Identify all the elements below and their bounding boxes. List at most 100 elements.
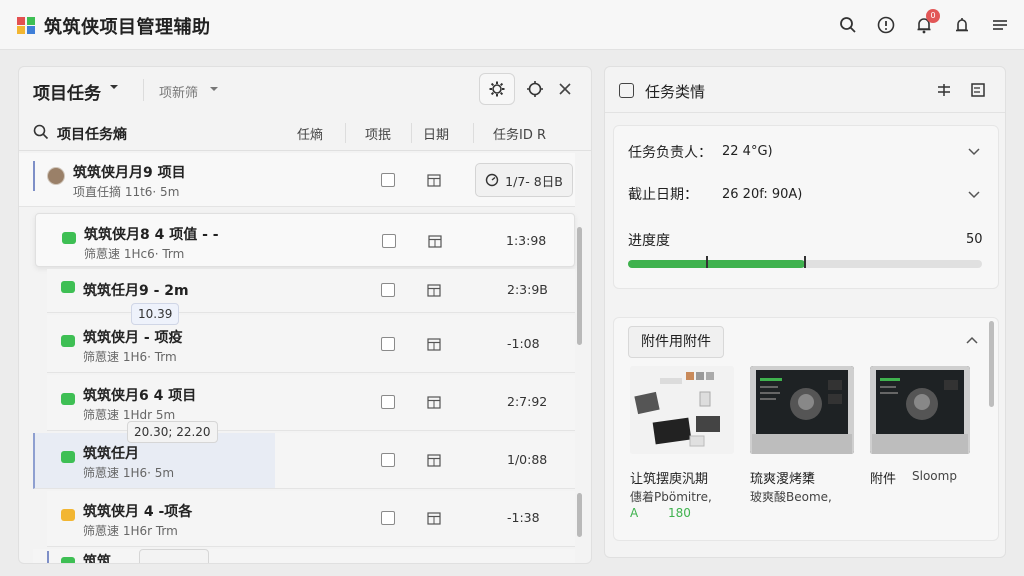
row-title: 筑筑侠月8 4 项值 - - [84,227,219,243]
chevron-down-icon[interactable] [109,83,119,91]
column-header-3[interactable]: 日期 [423,124,449,143]
calendar-icon[interactable] [427,173,441,187]
attachment-meta-b: 180 [668,506,691,520]
column-header: 项目任务熵 任熵 项抿 日期 任务ID R [19,115,591,151]
row-time: 2:3:9B [507,282,548,297]
search-button[interactable] [836,13,860,37]
table-row[interactable]: 筑筑侠月8 4 项值 - - 筛蒽速 1Hc6· Trm 1:3:98 [35,213,575,267]
filter-dropdown[interactable]: 项新筛 [159,82,198,101]
calendar-icon[interactable] [428,234,442,248]
progress-bar[interactable] [628,256,982,268]
chevron-down-icon[interactable] [209,85,219,93]
calendar-icon[interactable] [427,283,441,297]
close-button[interactable] [555,79,575,99]
attachments-button[interactable]: 附件用附件 [628,326,724,358]
row-tag [139,549,209,563]
table-row[interactable]: 筑筑侠月 4 -项各 筛蒽速 1H6r Trm -1:38 [47,491,575,547]
column-separator [473,123,474,143]
gear-icon [489,81,505,97]
scrollbar-thumb[interactable] [577,227,582,345]
detail-checkbox[interactable] [619,83,634,98]
attachment-thumbnail[interactable] [630,366,734,454]
search-icon[interactable] [33,124,49,140]
panel-toggle-button[interactable] [969,81,987,99]
top-bar: 筑筑侠项目管理辅助 0 [0,0,1024,50]
row-title: 筑筑侠月月9 项目 [73,165,186,181]
table-row[interactable]: 筑筑任月9 - 2m 2:3:9B [47,269,575,313]
panel-icon [971,83,985,97]
task-list-header: 项目任务 项新筛 [19,67,591,113]
row-time: -1:38 [507,510,540,525]
split-button[interactable] [935,81,953,99]
task-rows: 筑筑侠月月9 项目 项直任摘 11t6· 5m 1/7- 8日B 筑筑侠月8 4… [19,153,579,563]
attachment-title: 琉爽溭烤橥 [750,472,816,487]
attachment-meta-a: A [630,506,639,520]
row-checkbox[interactable] [381,453,395,467]
menu-button[interactable] [988,13,1012,37]
progress-bar-fill [628,260,805,268]
row-checkbox[interactable] [381,511,395,525]
row-checkbox[interactable] [381,173,395,187]
row-title: 筑筑侠月 4 -项各 [83,504,193,520]
attachment-thumbnail[interactable] [870,366,970,454]
row-subtitle: 筛蒽速 1H6· Trm [83,350,177,364]
assignee-value[interactable]: 22 4°G) [722,144,773,159]
row-title: 筑筑侠月 - 项疫 [83,330,183,346]
file-icon [61,281,75,293]
device-screen-image [750,366,854,454]
progress-tick [804,256,806,268]
row-subtitle: 项直任摘 11t6· 5m [73,185,180,199]
row-action-button[interactable]: 1/7- 8日B [475,163,573,197]
alert-bell-icon [956,18,968,32]
alerts-button[interactable] [950,13,974,37]
row-accent-bar [47,551,49,563]
row-checkbox[interactable] [381,395,395,409]
row-checkbox[interactable] [381,283,395,297]
row-subtitle: 筛蒽速 1H6r Trm [83,524,178,538]
time-range-tag[interactable]: 20.30; 22.20 [127,421,218,443]
info-button[interactable] [874,13,898,37]
scrollbar-thumb[interactable] [989,321,994,407]
task-list-title[interactable]: 项目任务 [33,79,101,104]
calendar-icon[interactable] [427,337,441,351]
column-header-2[interactable]: 项抿 [365,124,391,143]
row-time: 1:3:98 [506,233,547,248]
table-row[interactable]: 筑筑侠月6 4 项目 筛蒽速 1Hdr 5m 2:7:92 [47,375,575,431]
file-icon [61,509,75,521]
search-icon [840,17,856,33]
attachment-thumbnail[interactable] [750,366,854,454]
time-tag[interactable]: 10.39 [131,303,180,325]
table-row[interactable]: 筑筑 [33,549,575,563]
target-icon [527,81,543,97]
column-header-4[interactable]: 任务ID R [493,124,546,143]
due-date-value[interactable]: 26 20f: 90A) [722,187,802,202]
scrollbar-thumb-lower[interactable] [577,493,582,537]
chevron-down-icon[interactable] [968,148,980,156]
progress-label: 进度度 [628,233,670,249]
row-subtitle: 筛蒽速 1Hc6· Trm [84,247,185,261]
assignee-label: 任务负责人： [628,145,712,161]
target-button[interactable] [525,79,545,99]
product-photo-image [630,366,734,454]
settings-button[interactable] [479,73,515,105]
row-checkbox[interactable] [382,234,396,248]
notification-badge: 0 [926,9,940,23]
row-subtitle: 筛蒽速 1H6· 5m [83,466,175,480]
row-time: 2:7:92 [507,394,548,409]
notifications-button[interactable]: 0 [912,9,940,37]
table-row[interactable]: 筑筑侠月 - 项疫 筛蒽速 1H6· Trm -1:08 [47,315,575,373]
column-header-1[interactable]: 任熵 [297,124,323,143]
attachment-title: 附件 [870,472,897,487]
calendar-icon[interactable] [427,395,441,409]
row-checkbox[interactable] [381,337,395,351]
column-search-label[interactable]: 项目任务熵 [57,124,127,144]
calendar-icon[interactable] [427,511,441,525]
attachment-subtitle: Sloomp [912,469,957,483]
chevron-up-icon[interactable] [966,336,978,344]
task-detail-title: 任务类情 [645,83,706,101]
chevron-down-icon[interactable] [968,191,980,199]
table-row[interactable]: 筑筑侠月月9 项目 项直任摘 11t6· 5m 1/7- 8日B [19,153,575,207]
calendar-icon[interactable] [427,453,441,467]
attachment-subtitle: 僡着Pbömitre, [630,490,712,504]
close-icon [559,83,571,95]
